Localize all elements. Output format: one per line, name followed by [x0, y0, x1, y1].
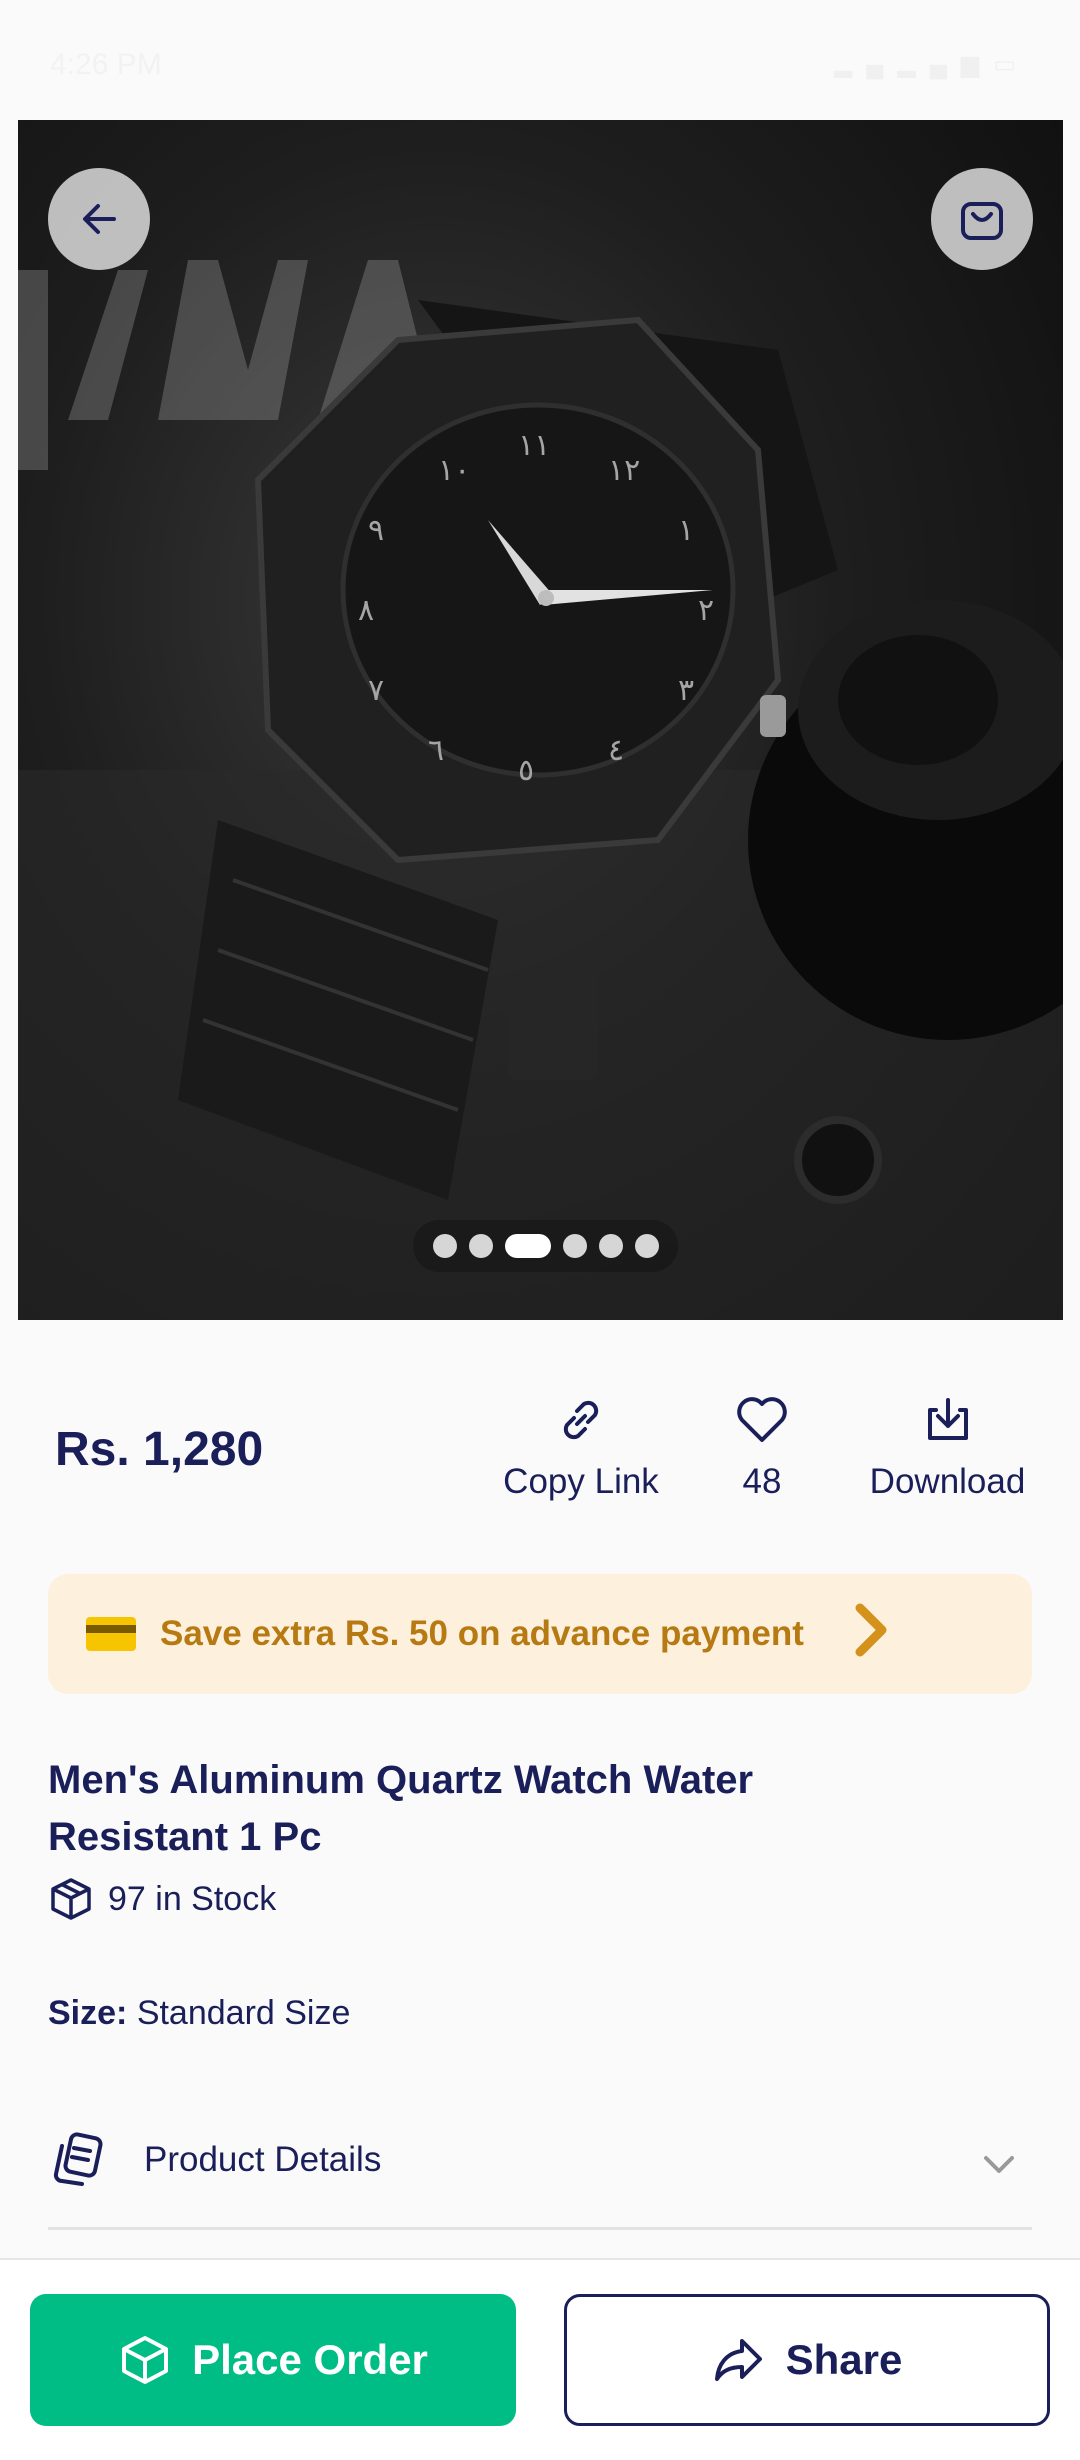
bottom-action-bar: Place Order Share	[0, 2258, 1080, 2460]
carousel-dot-active[interactable]	[504, 1234, 551, 1258]
back-button[interactable]	[48, 168, 150, 270]
svg-text:٢: ٢	[698, 593, 714, 628]
advance-payment-banner[interactable]: Save extra Rs. 50 on advance payment	[48, 1574, 1032, 1694]
product-image-carousel[interactable]: ١١ ١٢ ١٢ ٣٤ ٥٦ ٧٨ ٩ ١٠	[18, 120, 1063, 1320]
battery-icon: ▭	[993, 51, 1030, 78]
place-order-label: Place Order	[192, 2336, 428, 2383]
product-price: Rs. 1,280	[55, 1423, 264, 1476]
svg-text:١٠: ١٠	[438, 453, 470, 488]
watch-photo: ١١١٢ ١٢ ٣٤ ٥٦ ٧٨ ٩١٠	[18, 260, 1063, 1320]
share-label: Share	[785, 2336, 903, 2383]
carousel-dot[interactable]	[562, 1234, 587, 1258]
box-icon	[51, 1878, 91, 1920]
like-button[interactable]: 48	[720, 1392, 804, 1502]
arrow-left-icon	[83, 204, 116, 234]
signal-icon: ▂▄▆	[897, 51, 994, 78]
place-order-button[interactable]: Place Order	[30, 2294, 516, 2426]
status-bar: 4:26 PM ▂▄▂▄▆▭	[0, 0, 1080, 120]
product-details-accordion[interactable]: Product Details	[48, 2120, 1032, 2230]
svg-text:٥: ٥	[518, 753, 534, 788]
size-info: Size: Standard Size	[48, 1994, 350, 2033]
carousel-dot[interactable]	[432, 1234, 457, 1258]
svg-text:١١: ١١	[518, 428, 550, 463]
stock-info: 97 in Stock	[48, 1876, 276, 1922]
svg-text:٦: ٦	[428, 733, 444, 768]
download-label: Download	[869, 1462, 1026, 1501]
svg-text:٨: ٨	[358, 593, 374, 628]
download-icon	[927, 1398, 968, 1440]
wifi-icon: ▂▄	[833, 51, 898, 78]
download-button[interactable]: Download	[860, 1392, 1035, 1502]
credit-card-icon	[86, 1617, 136, 1651]
carousel-dot[interactable]	[634, 1234, 659, 1258]
product-title: Men's Aluminum Quartz Watch Water Resist…	[48, 1758, 754, 1859]
carousel-dot[interactable]	[598, 1234, 623, 1258]
cart-button[interactable]	[931, 168, 1033, 270]
size-value: Standard Size	[136, 1994, 351, 2032]
promo-text: Save extra Rs. 50 on advance payment	[160, 1614, 804, 1653]
stock-count: 97 in Stock	[108, 1879, 277, 1918]
svg-text:٣: ٣	[678, 673, 694, 708]
document-icon	[53, 2132, 103, 2186]
svg-text:٤: ٤	[608, 733, 624, 768]
chevron-right-icon	[855, 1603, 887, 1657]
carousel-indicator	[413, 1220, 678, 1272]
status-time: 4:26 PM	[50, 48, 162, 81]
carousel-dot[interactable]	[468, 1234, 493, 1258]
link-icon	[563, 1400, 599, 1440]
svg-text:٧: ٧	[368, 673, 384, 708]
svg-text:٩: ٩	[368, 513, 384, 548]
heart-icon	[737, 1397, 787, 1442]
like-count: 48	[742, 1462, 782, 1501]
svg-text:١: ١	[678, 513, 694, 548]
share-button[interactable]: Share	[564, 2294, 1050, 2426]
status-icons: ▂▄▂▄▆▭	[834, 50, 1030, 79]
box-icon	[122, 2336, 169, 2384]
copy-link-button[interactable]: Copy Link	[500, 1392, 662, 1502]
chevron-down-icon	[984, 2156, 1014, 2173]
share-icon	[714, 2339, 762, 2381]
product-details-label: Product Details	[144, 2140, 382, 2179]
svg-text:١٢: ١٢	[608, 453, 640, 488]
size-label: Size:	[48, 1994, 128, 2032]
copy-link-label: Copy Link	[503, 1462, 659, 1501]
shopping-bag-icon	[961, 202, 1003, 240]
